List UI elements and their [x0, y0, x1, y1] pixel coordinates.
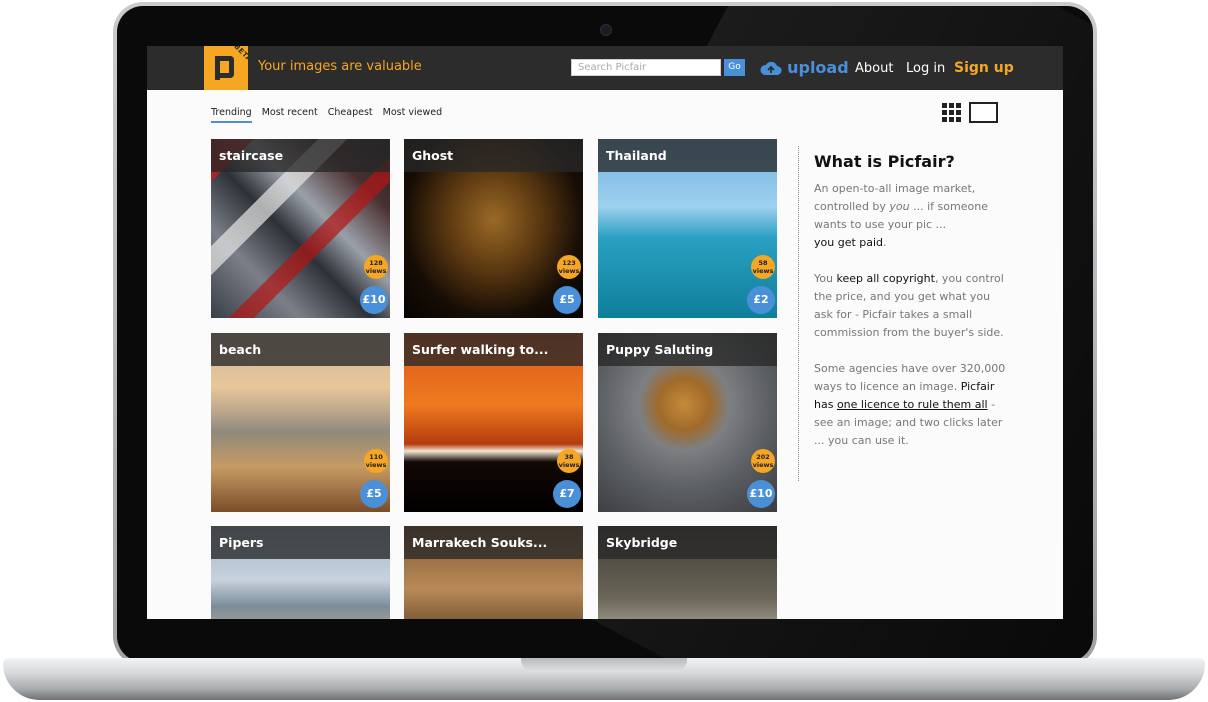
image-tile[interactable]: staircase 128 views £10	[211, 139, 390, 318]
grid-view-icon[interactable]	[941, 102, 962, 123]
price-badge: £7	[553, 480, 581, 508]
price-badge: £10	[360, 286, 388, 314]
licence-link[interactable]: one licence to rule them all	[837, 398, 988, 411]
top-nav-bar: BETA Your images are valuable Go upload …	[147, 46, 1063, 90]
tab-cheapest[interactable]: Cheapest	[328, 107, 373, 123]
single-view-icon[interactable]	[969, 102, 998, 123]
price-badge: £5	[360, 480, 388, 508]
tile-title: Marrakech Souks...	[404, 526, 583, 559]
tagline: Your images are valuable	[258, 59, 422, 74]
tab-trending[interactable]: Trending	[211, 107, 252, 123]
image-tile[interactable]: Pipers	[211, 526, 390, 619]
image-tile[interactable]: Puppy Saluting 202 views £10	[598, 333, 777, 512]
laptop-notch	[521, 658, 687, 672]
sidebar-paragraph: You keep all copyright, you control the …	[814, 272, 1004, 339]
tab-most-recent[interactable]: Most recent	[262, 107, 318, 123]
cloud-upload-icon	[760, 61, 782, 75]
sidebar-paragraph: Some agencies have over 320,000 ways to …	[814, 362, 1006, 447]
views-badge: 123 views	[557, 255, 581, 279]
views-badge: 202 views	[751, 449, 775, 473]
tile-title: Surfer walking to...	[404, 333, 583, 366]
beta-badge: BETA	[232, 46, 254, 64]
search-go-button[interactable]: Go	[724, 59, 745, 76]
signup-link[interactable]: Sign up	[954, 60, 1014, 76]
image-tile[interactable]: Surfer walking to... 38 views £7	[404, 333, 583, 512]
views-badge: 38 views	[557, 449, 581, 473]
price-badge: £5	[553, 286, 581, 314]
tile-title: beach	[211, 333, 390, 366]
webcam	[600, 24, 612, 36]
image-tile[interactable]: Ghost 123 views £5	[404, 139, 583, 318]
views-badge: 128 views	[364, 255, 388, 279]
tile-title: Ghost	[404, 139, 583, 172]
image-tile[interactable]: Skybridge	[598, 526, 777, 619]
about-sidebar: What is Picfair? An open-to-all image ma…	[798, 146, 1005, 481]
image-tile[interactable]: Thailand 58 views £2	[598, 139, 777, 318]
upload-label: upload	[787, 58, 849, 77]
sidebar-title: What is Picfair?	[814, 152, 955, 171]
tile-title: Skybridge	[598, 526, 777, 559]
picfair-logo[interactable]: BETA	[204, 46, 253, 90]
tile-title: staircase	[211, 139, 390, 172]
tile-title: Puppy Saluting	[598, 333, 777, 366]
price-badge: £2	[747, 286, 775, 314]
upload-button[interactable]: upload	[760, 57, 849, 77]
nav-about-link[interactable]: About	[855, 61, 893, 76]
sort-tabs: Trending Most recent Cheapest Most viewe…	[211, 107, 442, 123]
views-badge: 58 views	[751, 255, 775, 279]
sidebar-text: An open-to-all image market, controlled …	[814, 180, 1006, 468]
image-tile[interactable]: beach 110 views £5	[211, 333, 390, 512]
views-badge: 110 views	[364, 449, 388, 473]
nav-login-link[interactable]: Log in	[906, 61, 945, 76]
sidebar-paragraph: An open-to-all image market, controlled …	[814, 182, 988, 249]
tile-title: Thailand	[598, 139, 777, 172]
tab-most-viewed[interactable]: Most viewed	[383, 107, 442, 123]
price-badge: £10	[747, 480, 775, 508]
tile-title: Pipers	[211, 526, 390, 559]
browser-screen: BETA Your images are valuable Go upload …	[147, 46, 1063, 619]
search-input[interactable]	[571, 59, 721, 76]
image-tile[interactable]: Marrakech Souks...	[404, 526, 583, 619]
